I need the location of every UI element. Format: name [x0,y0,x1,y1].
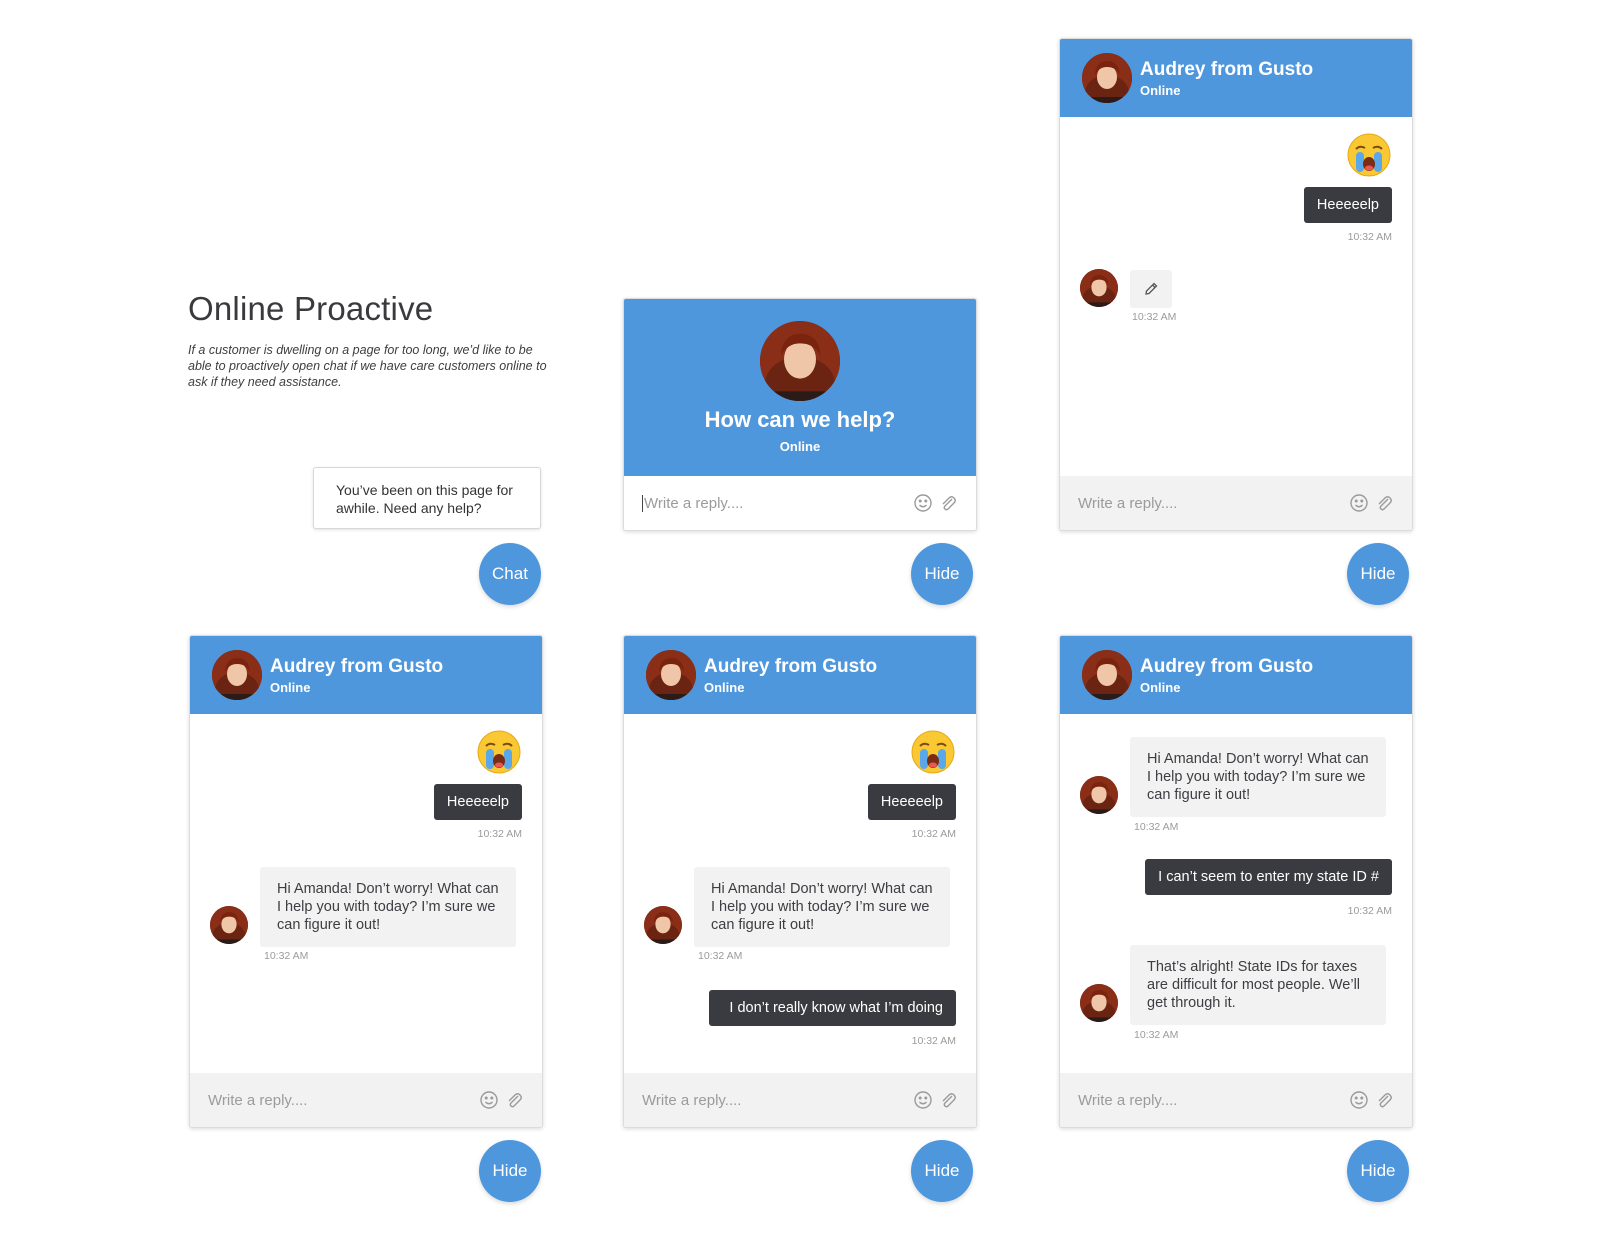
message-time: 10:32 AM [698,950,743,962]
message-time: 10:32 AM [477,828,522,840]
chat-button[interactable]: Chat [479,543,541,605]
agent-message: Hi Amanda! Don’t worry! What can I help … [1130,737,1386,817]
smiley-icon[interactable] [913,1090,933,1110]
chat-header: Audrey from Gusto Online [190,636,542,714]
composer: Write a reply.... [624,476,976,530]
message-time: 10:32 AM [1134,821,1179,833]
chat-header: Audrey from Gusto Online [624,636,976,714]
smiley-icon[interactable] [1349,493,1369,513]
chat-widget-welcome: How can we help? Online Write a reply...… [623,298,977,531]
agent-avatar [644,906,682,944]
intro-section: Online Proactive If a customer is dwelli… [188,290,548,390]
user-message: I can’t seem to enter my state ID # [1145,859,1392,895]
welcome-banner: How can we help? Online [624,299,976,476]
agent-name: Audrey from Gusto [704,656,878,677]
user-message: Heeeeelp [1303,187,1392,223]
paperclip-icon[interactable] [504,1090,524,1110]
agent-message: That’s alright! State IDs for taxes are … [1130,945,1386,1025]
message-time: 10:32 AM [911,828,956,840]
agent-avatar [1080,269,1118,307]
agent-message: Hi Amanda! Don’t worry! What can I help … [694,867,950,947]
chat-widget-state-id: Audrey from Gusto Online Hi Amanda! Don’… [1059,635,1413,1128]
composer: Write a reply.... [1060,476,1412,530]
agent-status: Online [270,680,311,695]
agent-avatar [760,321,840,401]
message-time: 10:32 AM [911,1035,956,1047]
agent-name: Audrey from Gusto [270,656,444,677]
chat-header: Audrey from Gusto Online [1060,39,1412,117]
user-message: Heeeeelp [433,784,522,820]
reply-input[interactable]: Write a reply.... [1078,1092,1344,1109]
paperclip-icon[interactable] [938,493,958,513]
user-message: Heeeeelp [867,784,956,820]
message-time: 10:32 AM [264,950,309,962]
composer: Write a reply.... [624,1073,976,1127]
paperclip-icon[interactable] [938,1090,958,1110]
agent-status: Online [704,680,745,695]
agent-name: Audrey from Gusto [1140,59,1314,80]
reply-input[interactable]: Write a reply.... [208,1092,474,1109]
agent-avatar [212,650,262,700]
reply-input[interactable]: Write a reply.... [1078,495,1344,512]
reply-input[interactable]: Write a reply.... [642,494,908,512]
agent-avatar [646,650,696,700]
typing-indicator [1130,270,1172,308]
agent-status: Online [1140,680,1181,695]
message-time: 10:32 AM [1347,231,1392,243]
smiley-icon[interactable] [479,1090,499,1110]
hide-button[interactable]: Hide [911,543,973,605]
message-time: 10:32 AM [1132,311,1177,323]
proactive-prompt[interactable]: You’ve been on this page for awhile. Nee… [313,467,541,529]
pencil-icon [1143,281,1159,297]
hide-button[interactable]: Hide [911,1140,973,1202]
agent-status: Online [1140,83,1181,98]
paperclip-icon[interactable] [1374,493,1394,513]
message-time: 10:32 AM [1347,905,1392,917]
message-time: 10:32 AM [1134,1029,1179,1041]
page-title: Online Proactive [188,290,434,327]
agent-avatar [1082,650,1132,700]
reply-input[interactable]: Write a reply.... [642,1092,908,1109]
agent-name: Audrey from Gusto [1140,656,1314,677]
agent-avatar [210,906,248,944]
user-message: I don’t really know what I’m doing [709,990,956,1026]
crying-face-emoji [476,729,522,775]
composer: Write a reply.... [190,1073,542,1127]
chat-widget-typing: Audrey from Gusto Online Heeeeelp 10:32 … [1059,38,1413,531]
agent-avatar [1082,53,1132,103]
smiley-icon[interactable] [1349,1090,1369,1110]
composer: Write a reply.... [1060,1073,1412,1127]
hide-button[interactable]: Hide [479,1140,541,1202]
chat-header: Audrey from Gusto Online [1060,636,1412,714]
page-description: If a customer is dwelling on a page for … [188,343,547,389]
agent-avatar [1080,776,1118,814]
chat-widget-user-unsure: Audrey from Gusto Online Heeeeelp 10:32 … [623,635,977,1128]
welcome-status: Online [779,439,821,454]
agent-avatar [1080,984,1118,1022]
agent-message: Hi Amanda! Don’t worry! What can I help … [260,867,516,947]
crying-face-emoji [1346,132,1392,178]
hide-button[interactable]: Hide [1347,543,1409,605]
paperclip-icon[interactable] [1374,1090,1394,1110]
hide-button[interactable]: Hide [1347,1140,1409,1202]
welcome-title: How can we help? [704,407,896,432]
chat-widget-agent-reply: Audrey from Gusto Online Heeeeelp 10:32 … [189,635,543,1128]
crying-face-emoji [910,729,956,775]
smiley-icon[interactable] [913,493,933,513]
